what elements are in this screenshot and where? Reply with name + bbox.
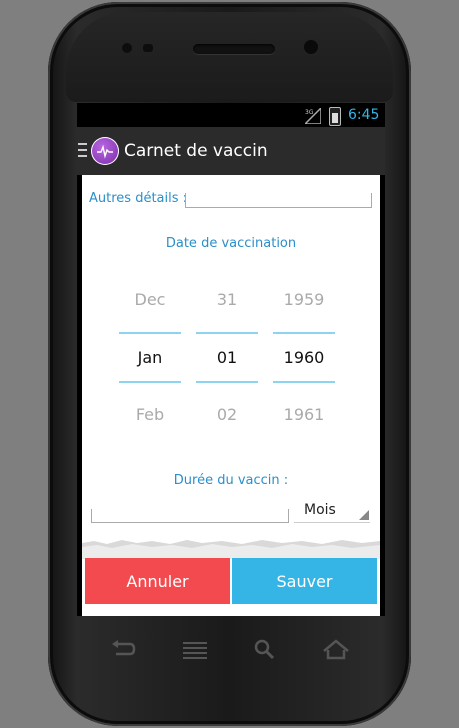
month-current[interactable]: Jan xyxy=(119,348,181,367)
light-sensor xyxy=(143,44,153,52)
front-camera xyxy=(304,40,318,54)
earpiece-speaker xyxy=(193,44,275,54)
save-button[interactable]: Sauver xyxy=(232,558,377,604)
month-prev[interactable]: Dec xyxy=(119,290,181,309)
page-title: Carnet de vaccin xyxy=(124,141,268,161)
autres-details-label: Autres détails : xyxy=(89,191,188,206)
home-icon[interactable] xyxy=(321,636,351,664)
picker-divider xyxy=(273,381,335,383)
month-picker[interactable]: Dec Jan Feb xyxy=(119,275,181,435)
picker-divider xyxy=(119,332,181,334)
form-content: Autres détails : Date de vaccination Dec… xyxy=(82,175,380,616)
status-bar: 3G 6:45 xyxy=(77,103,385,127)
picker-divider xyxy=(196,332,258,334)
day-prev[interactable]: 31 xyxy=(196,290,258,309)
year-next[interactable]: 1961 xyxy=(273,405,335,424)
autres-details-input[interactable] xyxy=(185,193,372,208)
day-next[interactable]: 02 xyxy=(196,405,258,424)
duree-vaccin-input[interactable] xyxy=(91,509,289,523)
network-type: 3G xyxy=(305,109,314,116)
proximity-sensor xyxy=(122,43,132,53)
search-icon[interactable] xyxy=(250,636,280,664)
menu-icon[interactable] xyxy=(78,143,87,157)
duree-unit-spinner[interactable]: Mois xyxy=(294,498,370,523)
cancel-button[interactable]: Annuler xyxy=(85,558,230,604)
day-picker[interactable]: 31 01 02 xyxy=(196,275,258,435)
signal-icon: 3G xyxy=(305,108,321,124)
torn-paper-edge xyxy=(82,540,380,559)
menu-key-icon[interactable] xyxy=(180,636,210,664)
date-vaccination-title: Date de vaccination xyxy=(165,236,297,251)
action-bar: Carnet de vaccin xyxy=(77,127,385,175)
phone-top-bezel xyxy=(66,12,393,102)
spinner-arrow-icon xyxy=(359,510,369,520)
month-next[interactable]: Feb xyxy=(119,405,181,424)
back-icon[interactable] xyxy=(108,636,138,664)
picker-divider xyxy=(119,381,181,383)
phone-screen: 3G 6:45 Carnet de vaccin Autres détails … xyxy=(77,103,385,616)
duree-vaccin-label: Durée du vaccin : xyxy=(173,473,289,488)
picker-divider xyxy=(273,332,335,334)
picker-divider xyxy=(196,381,258,383)
status-time: 6:45 xyxy=(348,107,380,123)
battery-icon xyxy=(329,107,341,126)
year-picker[interactable]: 1959 1960 1961 xyxy=(273,275,335,435)
day-current[interactable]: 01 xyxy=(196,348,258,367)
duree-unit-value: Mois xyxy=(304,502,336,518)
year-current[interactable]: 1960 xyxy=(273,348,335,367)
app-logo-icon[interactable] xyxy=(91,137,119,165)
year-prev[interactable]: 1959 xyxy=(273,290,335,309)
